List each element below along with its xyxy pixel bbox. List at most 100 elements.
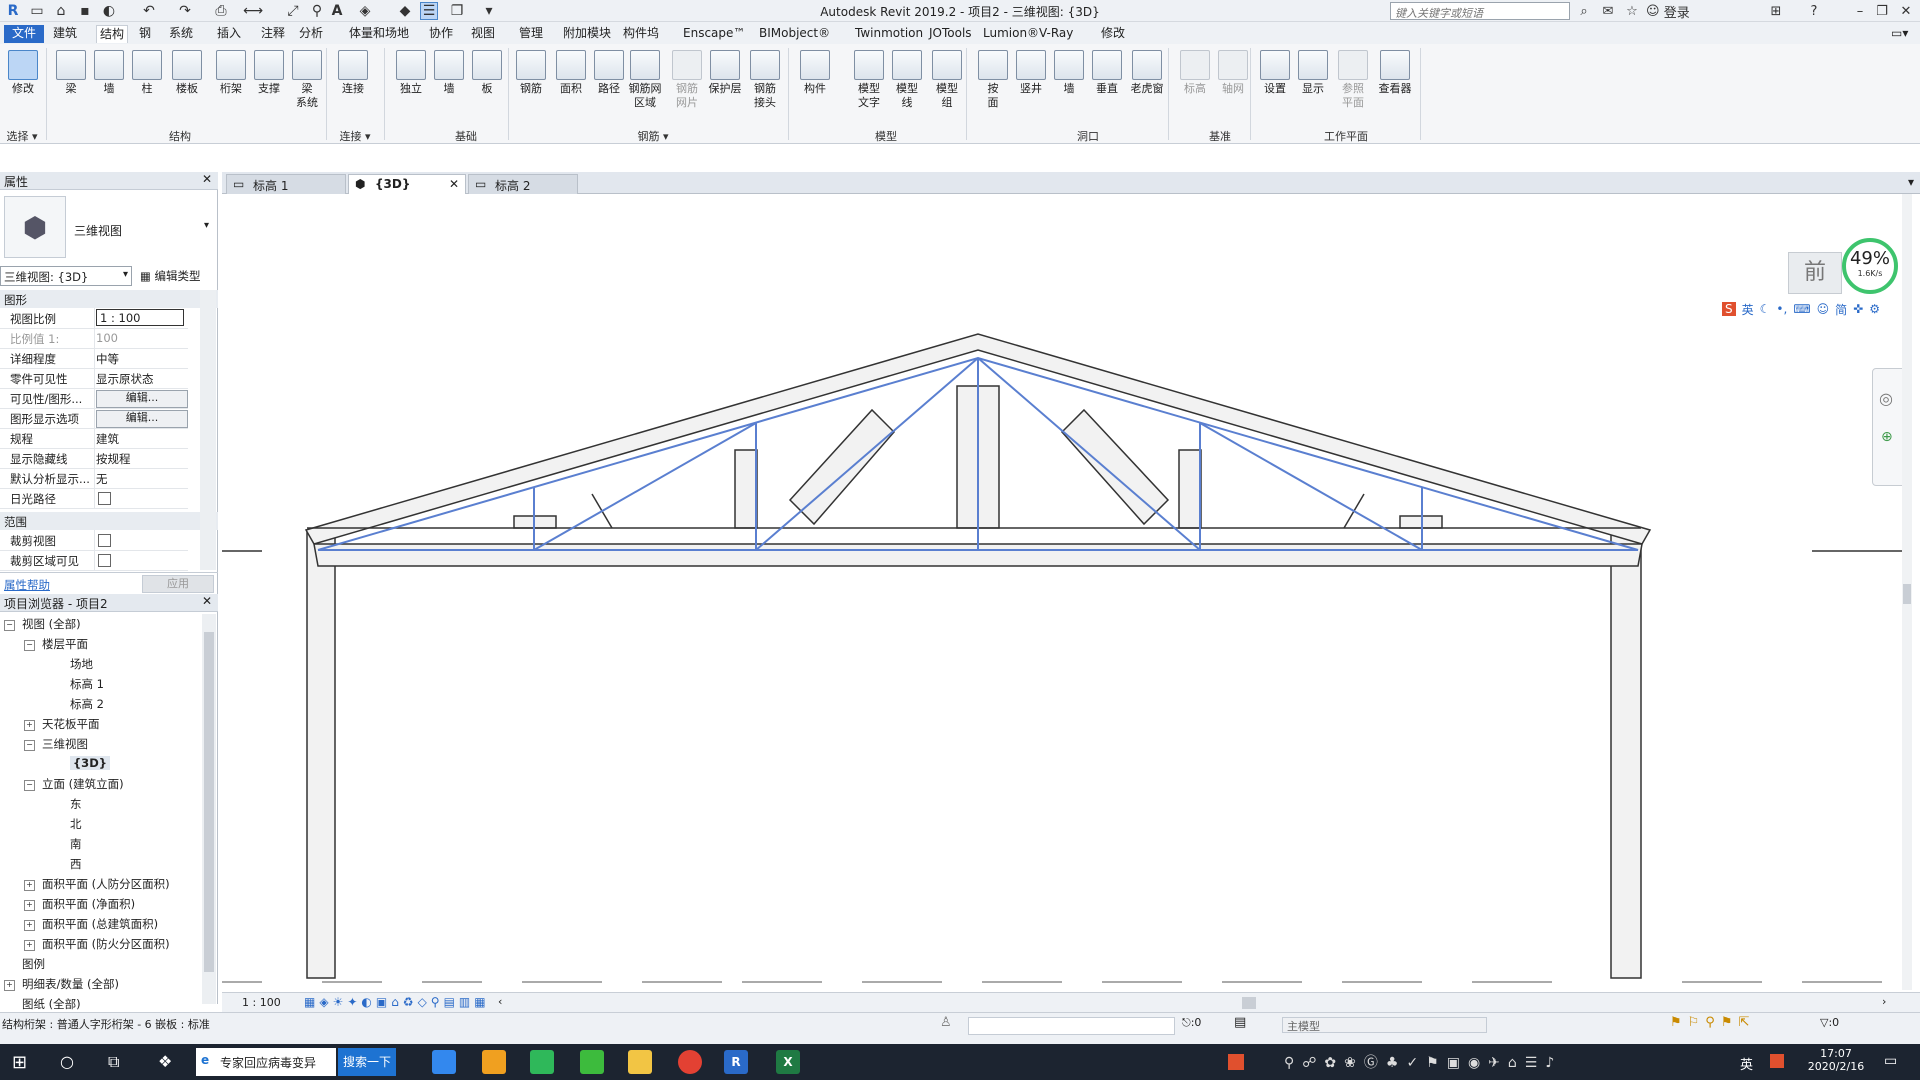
scroll-left-icon[interactable]: ‹	[498, 995, 502, 1008]
steering-wheel-icon[interactable]: ◎	[1879, 389, 1893, 408]
revit-taskbar-icon[interactable]: R	[724, 1050, 748, 1074]
ribbon-panel-title[interactable]: 洞口	[1048, 128, 1128, 144]
ribbon-button-32[interactable]: 参照 平面	[1336, 50, 1370, 110]
property-row[interactable]: 显示隐藏线 按规程	[0, 448, 188, 469]
ribbon-button-15[interactable]: 钢筋网 区域	[628, 50, 662, 110]
ribbon-button-20[interactable]: 模型 文字	[852, 50, 886, 110]
expand-icon[interactable]: +	[24, 880, 35, 891]
scroll-thumb[interactable]	[1903, 584, 1911, 604]
windows-start-icon[interactable]: ⊞	[12, 1052, 27, 1073]
cortana-icon[interactable]: ○	[60, 1052, 74, 1071]
menu-tab-17[interactable]: JOTools	[926, 25, 975, 43]
ribbon-button-11[interactable]: 板	[470, 50, 504, 96]
tray-icons[interactable]: ⚲☍✿❀Ⓖ♣✓⚑▣◉✈⌂☰♪	[1284, 1052, 1562, 1072]
ribbon-panel-title[interactable]: 连接 ▾	[330, 128, 380, 144]
property-checkbox[interactable]	[98, 554, 111, 567]
design-options-icon[interactable]: ▤	[1234, 1015, 1246, 1030]
ime-simplified-toggle[interactable]: 简	[1835, 301, 1847, 318]
expand-icon[interactable]: +	[24, 720, 35, 731]
properties-scrollbar[interactable]	[200, 290, 216, 570]
view-tab[interactable]: ⬢ {3D} ✕	[348, 174, 466, 194]
ribbon-button-9[interactable]: 独立	[394, 50, 428, 96]
browser-item[interactable]: 明细表/数量 (全部)	[22, 976, 119, 992]
browser-item[interactable]: 北	[70, 816, 82, 832]
menu-tab-5[interactable]: 插入	[214, 25, 244, 43]
task-view-icon[interactable]: ⧉	[108, 1052, 119, 1072]
browser-item[interactable]: 图纸 (全部)	[22, 996, 81, 1012]
menu-tab-11[interactable]: 管理	[516, 25, 546, 43]
property-row[interactable]: 详细程度 中等	[0, 348, 188, 369]
ribbon-button-27[interactable]: 老虎窗	[1130, 50, 1164, 96]
shirt-icon[interactable]: ✜	[1853, 302, 1863, 316]
clock[interactable]: 17:07 2020/2/16	[1796, 1047, 1876, 1073]
ribbon-panel-title[interactable]: 模型	[846, 128, 926, 144]
browser-item[interactable]: 面积平面 (防火分区面积)	[42, 936, 170, 952]
view-control-icons[interactable]: ▦◈☀✦◐▣⌂♻◇⚲▤▥▦	[304, 995, 490, 1009]
wechat-icon[interactable]	[580, 1050, 604, 1074]
browser-item[interactable]: 面积平面 (人防分区面积)	[42, 876, 170, 892]
editing-requests[interactable]: ⎋:0	[1182, 1016, 1201, 1030]
input-language[interactable]: 英	[1740, 1054, 1753, 1073]
properties-help-link[interactable]: 属性帮助	[4, 577, 50, 593]
expand-icon[interactable]: +	[24, 940, 35, 951]
performance-widget[interactable]: 49% 1.6K/s	[1842, 238, 1898, 294]
browser-item[interactable]: 标高 2	[70, 696, 104, 712]
view-tab[interactable]: ▭ 标高 2	[468, 174, 578, 194]
ribbon-panel-title[interactable]: 选择 ▾	[4, 128, 40, 144]
ime-toolbar[interactable]: S 英 ☾ •, ⌨ ☺ 简 ✜ ⚙	[1722, 300, 1908, 318]
menu-tab-14[interactable]: Enscape™	[680, 25, 748, 43]
right-post[interactable]	[1178, 449, 1202, 529]
ribbon-button-13[interactable]: 面积	[554, 50, 588, 96]
browser-item[interactable]: 南	[70, 836, 82, 852]
collapse-icon[interactable]: −	[24, 740, 35, 751]
browser-item[interactable]: 面积平面 (净面积)	[42, 896, 135, 912]
package-icon[interactable]	[482, 1050, 506, 1074]
ribbon-panel-title[interactable]: 钢筋 ▾	[628, 128, 678, 144]
browser-scrollbar[interactable]	[202, 614, 216, 1004]
property-row[interactable]: 日光路径	[0, 488, 188, 509]
view-scale[interactable]: 1 : 100	[242, 996, 281, 1009]
ribbon-button-10[interactable]: 墙	[432, 50, 466, 96]
close-icon[interactable]: ✕	[202, 172, 212, 186]
menu-tab-13[interactable]: 构件坞	[620, 25, 662, 43]
ribbon-button-22[interactable]: 模型 组	[930, 50, 964, 110]
help-icon[interactable]: ?	[1804, 2, 1824, 20]
ribbon-button-7[interactable]: 梁 系统	[290, 50, 324, 110]
collapse-icon[interactable]: −	[4, 620, 15, 631]
ribbon-button-4[interactable]: 楼板	[170, 50, 204, 96]
ribbon-button-26[interactable]: 垂直	[1090, 50, 1124, 96]
group-extents[interactable]: 范围⌃	[0, 512, 218, 530]
property-row[interactable]: 零件可见性 显示原状态	[0, 368, 188, 389]
search-button[interactable]: 搜索一下	[338, 1048, 396, 1076]
minimize-button[interactable]: –	[1850, 2, 1870, 20]
restore-button[interactable]: ❐	[1872, 2, 1892, 20]
ribbon-minimize-icon[interactable]: ▭▾	[1888, 25, 1911, 43]
close-tab-icon[interactable]: ✕	[449, 177, 459, 191]
worksets-icon[interactable]: ♙	[940, 1015, 952, 1030]
property-checkbox[interactable]	[98, 492, 111, 505]
zoom-icon[interactable]: ⊕	[1881, 429, 1893, 445]
widget-icon[interactable]: ❖	[158, 1052, 172, 1071]
workset-dropdown[interactable]	[968, 1017, 1175, 1035]
ribbon-button-3[interactable]: 柱	[130, 50, 164, 96]
property-row[interactable]: 比例值 1: 100	[0, 328, 188, 349]
right-web[interactable]	[1060, 408, 1170, 526]
ribbon-button-2[interactable]: 墙	[92, 50, 126, 96]
browser-item[interactable]: 场地	[70, 656, 93, 672]
menu-tab-4[interactable]: 系统	[166, 25, 196, 43]
ribbon-button-33[interactable]: 查看器	[1378, 50, 1412, 96]
viewport-scrollbar[interactable]	[1902, 194, 1912, 990]
ribbon-panel-title[interactable]: 结构	[130, 128, 230, 144]
group-graphics[interactable]: 图形⌃	[0, 290, 218, 308]
close-button[interactable]: ✕	[1896, 2, 1916, 20]
ribbon-button-24[interactable]: 竖井	[1014, 50, 1048, 96]
browser-item[interactable]: 东	[70, 796, 82, 812]
menu-tab-6[interactable]: 注释	[258, 25, 288, 43]
menu-tab-19[interactable]: V-Ray	[1036, 25, 1076, 43]
login-button[interactable]: ☺ 登录	[1646, 2, 1726, 21]
play-icon[interactable]	[530, 1050, 554, 1074]
ribbon-button-25[interactable]: 墙	[1052, 50, 1086, 96]
instance-selector[interactable]: 三维视图: {3D} ▾	[0, 266, 132, 286]
ribbon-button-29[interactable]: 轴网	[1216, 50, 1250, 96]
browser-item[interactable]: 视图 (全部)	[22, 616, 81, 632]
